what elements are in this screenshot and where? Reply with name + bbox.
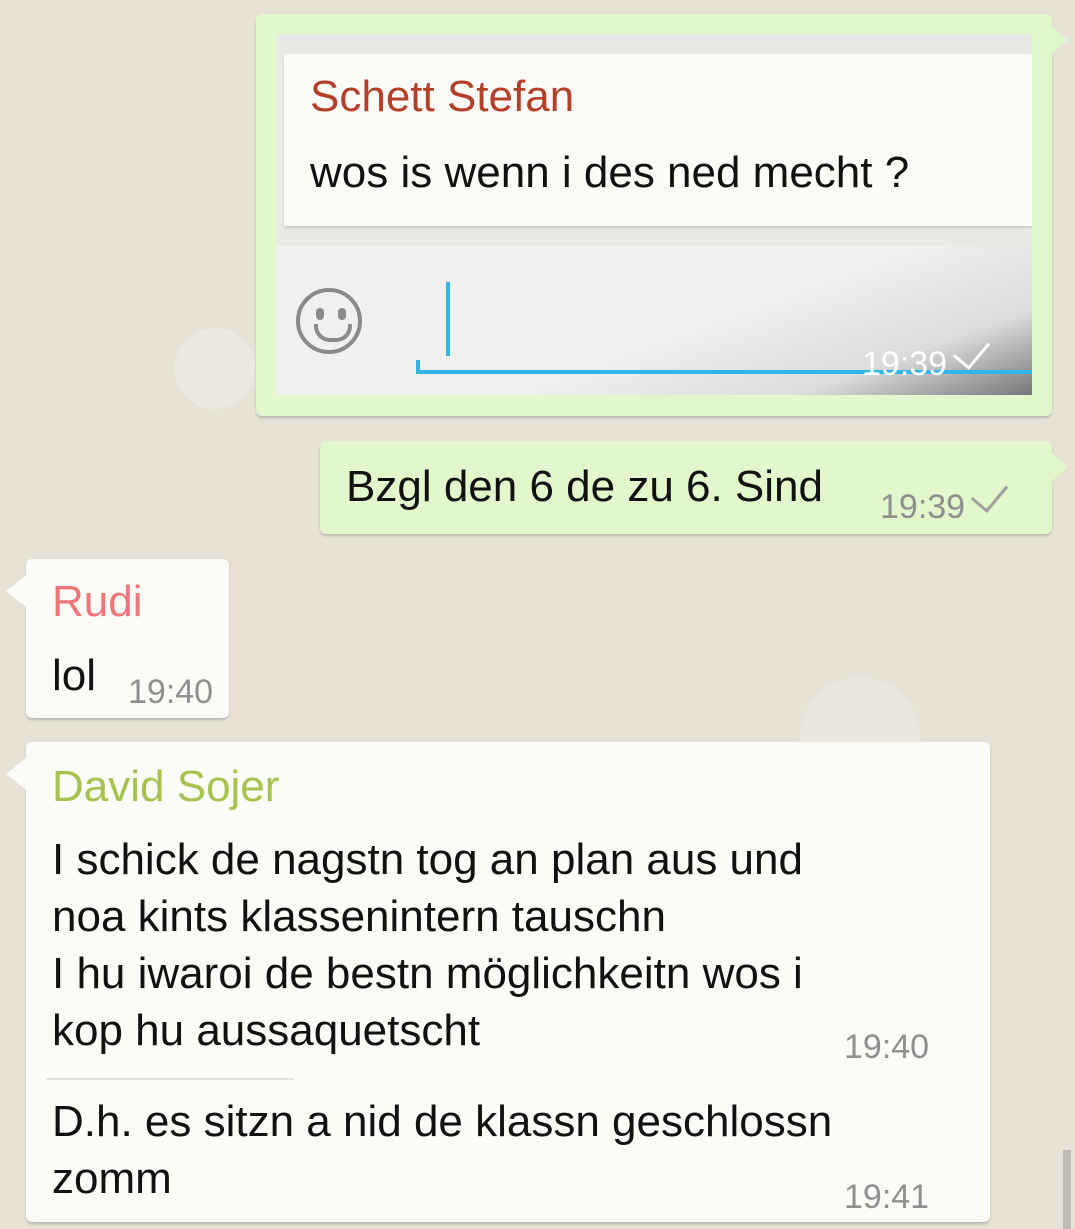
message-line: kop hu aussaquetscht xyxy=(52,1006,481,1055)
message-bubble-screenshot[interactable]: Schett Stefan wos is wenn i des ned mech… xyxy=(256,14,1068,416)
message-time: 19:39 xyxy=(862,331,991,384)
message-time-text: 19:39 xyxy=(862,345,948,383)
message-line: I schick de nagstn tog an plan aus und xyxy=(52,835,803,884)
sender-name: Rudi xyxy=(52,577,143,626)
text-cursor xyxy=(446,282,450,356)
message-time: 19:41 xyxy=(844,1178,930,1216)
message-time: 19:40 xyxy=(128,673,214,711)
message-line: D.h. es sitzn a nid de klassn geschlossn xyxy=(52,1097,833,1146)
embedded-screenshot: Schett Stefan wos is wenn i des ned mech… xyxy=(276,34,1032,395)
message-bubble-outgoing[interactable]: Bzgl den 6 de zu 6. Sind 19:39 xyxy=(320,441,1068,534)
scrollbar[interactable] xyxy=(1063,1150,1071,1229)
message-time: 19:39 xyxy=(880,474,1009,527)
message-line: zomm xyxy=(52,1154,172,1203)
quoted-sender-name: Schett Stefan xyxy=(310,72,575,121)
message-bubble-incoming[interactable]: Rudi lol 19:40 xyxy=(6,559,229,718)
message-time: 19:40 xyxy=(844,1028,930,1066)
message-text: Bzgl den 6 de zu 6. Sind xyxy=(346,462,823,511)
sender-name: David Sojer xyxy=(52,762,280,811)
quoted-message-card: Schett Stefan wos is wenn i des ned mech… xyxy=(284,54,1032,226)
check-icon xyxy=(970,474,1009,513)
message-text: D.h. es sitzn a nid de klassn geschlossn… xyxy=(52,1093,832,1207)
smiley-icon xyxy=(296,288,362,354)
message-bubble-incoming[interactable]: David Sojer I schick de nagstn tog an pl… xyxy=(6,742,990,1222)
message-time-text: 19:39 xyxy=(880,488,966,526)
message-line: noa kints klassenintern tauschn xyxy=(52,892,666,941)
quoted-message-text: wos is wenn i des ned mecht ? xyxy=(310,148,910,197)
message-text: lol xyxy=(52,651,97,700)
message-text: I schick de nagstn tog an plan aus und n… xyxy=(52,831,803,1059)
message-divider xyxy=(46,1078,294,1080)
message-line: I hu iwaroi de bestn möglichkeitn wos i xyxy=(52,949,803,998)
